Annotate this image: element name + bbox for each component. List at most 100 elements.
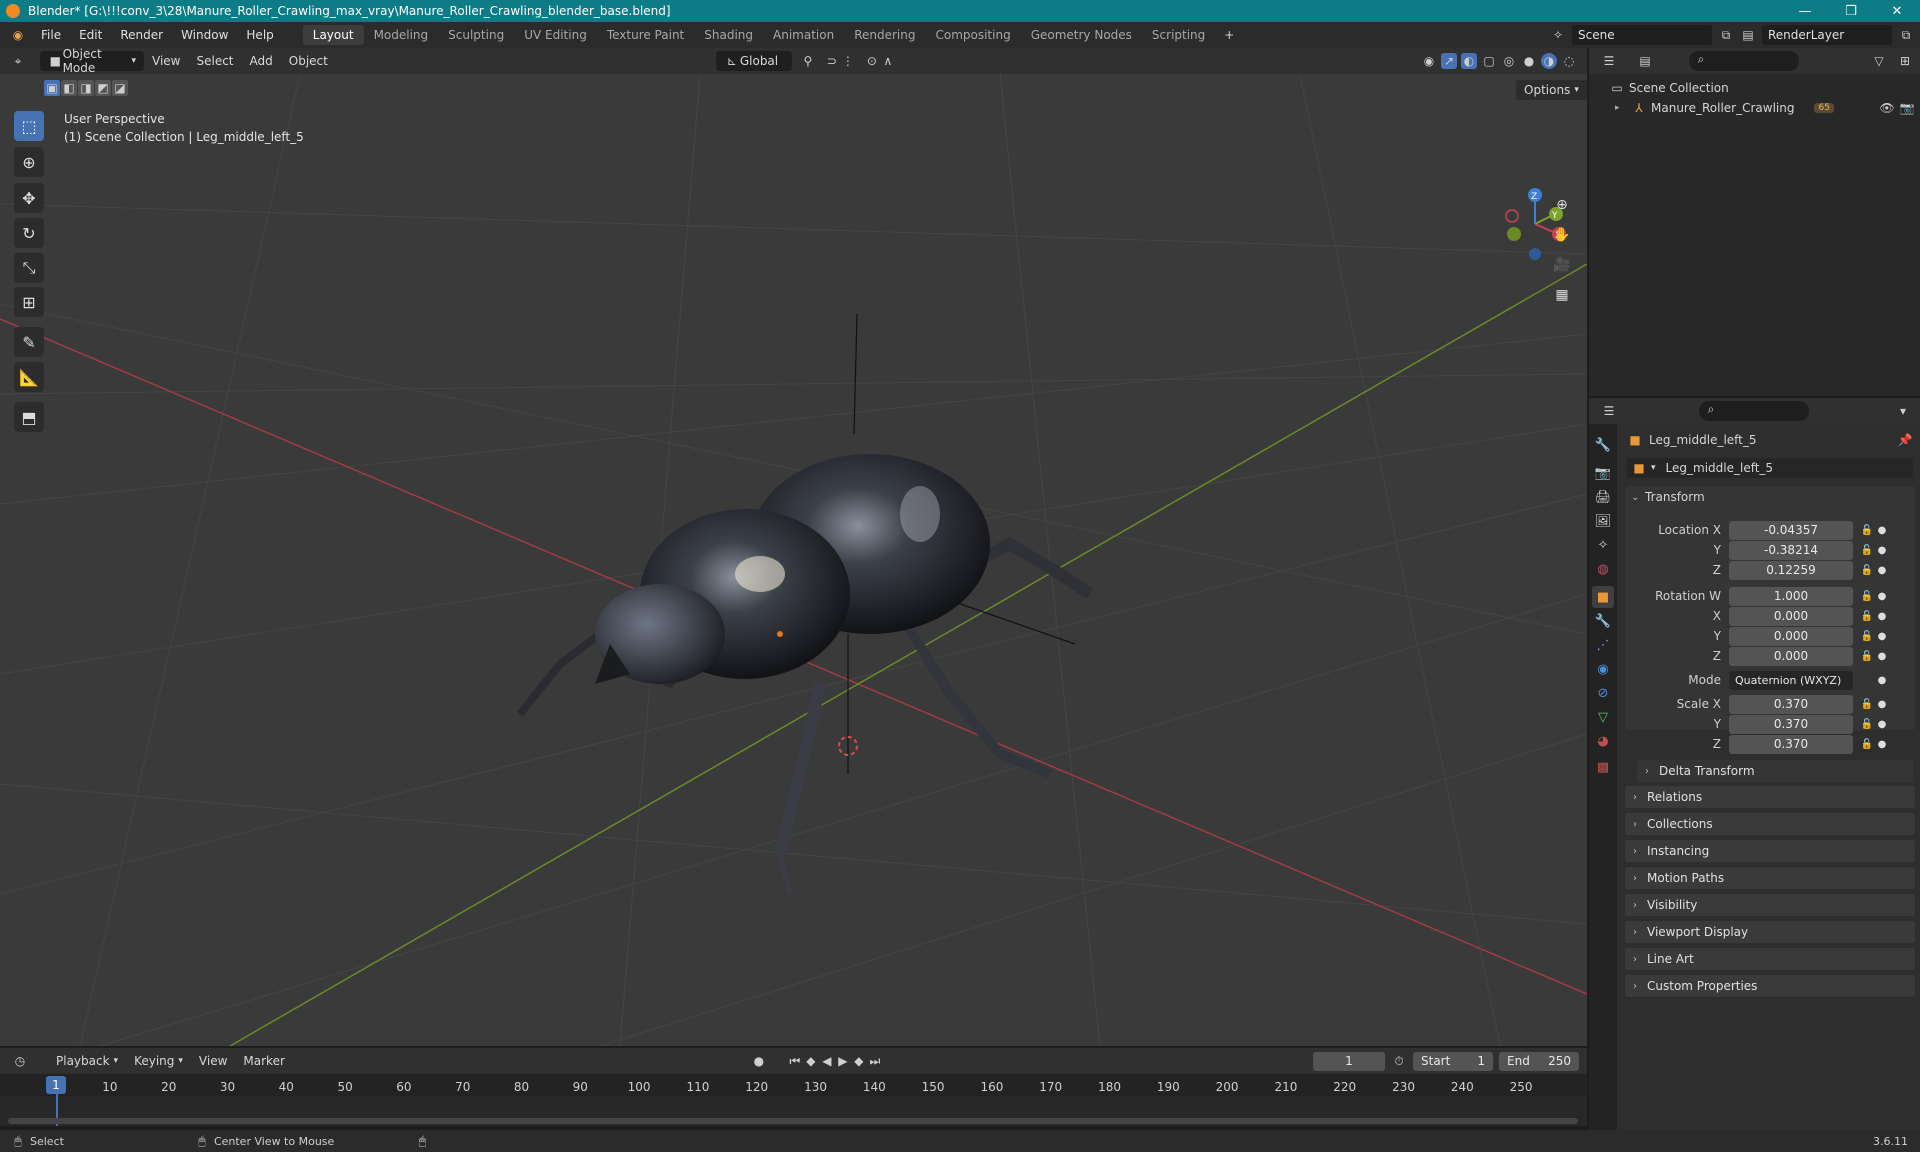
scene-tab-icon[interactable]: ✧ — [1592, 534, 1614, 556]
menu-edit[interactable]: Edit — [70, 28, 111, 42]
keyframe-dot-icon[interactable]: ● — [1875, 651, 1889, 662]
solid-shading-icon[interactable]: ● — [1521, 53, 1537, 69]
tab-rendering[interactable]: Rendering — [844, 25, 925, 45]
tab-animation[interactable]: Animation — [763, 25, 844, 45]
lock-icon[interactable]: 🔓 — [1859, 525, 1875, 536]
camera-icon[interactable]: 🎥 — [1549, 252, 1575, 278]
line-art-panel[interactable]: › Line Art — [1625, 948, 1915, 970]
transform-tool[interactable]: ⊞ — [14, 287, 44, 317]
tab-scripting[interactable]: Scripting — [1142, 25, 1215, 45]
rotate-tool[interactable]: ↻ — [14, 218, 44, 248]
pan-hand-icon[interactable]: ✋ — [1549, 222, 1575, 248]
add-workspace-icon[interactable]: + — [1221, 27, 1237, 43]
outliner-row-object[interactable]: ▸ ⅄ Manure_Roller_Crawling 65 👁 📷 — [1615, 100, 1915, 116]
select-extend-icon[interactable]: ◧ — [61, 80, 77, 96]
properties-editor-icon[interactable]: ☰ — [1601, 403, 1617, 419]
location-y-field[interactable]: -0.38214 — [1729, 540, 1853, 560]
keyframe-dot-icon[interactable]: ● — [1875, 565, 1889, 576]
annotate-tool[interactable]: ✎ — [14, 327, 44, 357]
lock-icon[interactable]: 🔓 — [1859, 631, 1875, 642]
beetle-model[interactable] — [516, 313, 1094, 895]
menu-help[interactable]: Help — [237, 28, 282, 42]
wireframe-shading-icon[interactable]: ◎ — [1501, 53, 1517, 69]
lock-icon[interactable]: 🔓 — [1859, 651, 1875, 662]
menu-select[interactable]: Select — [188, 51, 241, 71]
timeline[interactable]: 1 10 20 30 40 50 60 70 80 90 100 110 120 130 140 150 16… — [0, 1074, 1587, 1126]
instancing-panel[interactable]: › Instancing — [1625, 840, 1915, 862]
snap-icon[interactable]: ⊃ — [824, 53, 840, 69]
keyframe-dot-icon[interactable]: ● — [1875, 545, 1889, 556]
datablock-field[interactable]: ■ ▾ Leg_middle_left_5 — [1627, 458, 1913, 478]
rotation-w-field[interactable]: 1.000 — [1729, 586, 1853, 606]
start-frame-field[interactable]: Start 1 — [1413, 1051, 1493, 1071]
transform-panel-header[interactable]: ⌄ Transform — [1625, 486, 1915, 508]
blender-menu-icon[interactable]: ◉ — [10, 27, 26, 43]
filter-icon[interactable]: ▽ — [1871, 53, 1887, 69]
play-reverse-icon[interactable]: ◀ — [819, 1053, 835, 1069]
keyframe-dot-icon[interactable]: ● — [1875, 591, 1889, 602]
lock-icon[interactable]: 🔓 — [1859, 545, 1875, 556]
timeline-editor-icon[interactable]: ◷ — [12, 1053, 28, 1069]
menu-object[interactable]: Object — [281, 51, 336, 71]
menu-keying[interactable]: Keying ▾ — [126, 1051, 191, 1071]
outliner-row-scene-collection[interactable]: ▭ Scene Collection — [1609, 80, 1728, 96]
menu-playback[interactable]: Playback ▾ — [48, 1051, 126, 1071]
select-intersect-icon[interactable]: ◪ — [112, 80, 128, 96]
lock-icon[interactable]: 🔓 — [1859, 699, 1875, 710]
add-cube-tool[interactable]: ⬒ — [14, 402, 44, 432]
menu-window[interactable]: Window — [172, 28, 237, 42]
jump-start-icon[interactable]: ⏮ — [787, 1053, 803, 1069]
select-new-icon[interactable]: ▣ — [44, 80, 60, 96]
tab-geometry-nodes[interactable]: Geometry Nodes — [1021, 25, 1142, 45]
tab-layout[interactable]: Layout — [302, 25, 364, 45]
tab-compositing[interactable]: Compositing — [925, 25, 1020, 45]
visibility-panel[interactable]: › Visibility — [1625, 894, 1915, 916]
falloff-icon[interactable]: ∧ — [880, 53, 896, 69]
rotation-x-field[interactable]: 0.000 — [1729, 606, 1853, 626]
keyframe-dot-icon[interactable]: ● — [1875, 631, 1889, 642]
eye-icon[interactable]: 👁 — [1879, 100, 1895, 116]
end-frame-field[interactable]: End 250 — [1499, 1051, 1579, 1071]
scale-tool[interactable]: ⤡ — [14, 253, 44, 283]
keyframe-dot-icon[interactable]: ● — [1875, 525, 1889, 536]
menu-add[interactable]: Add — [242, 51, 281, 71]
visibility-icon[interactable]: ◉ — [1421, 53, 1437, 69]
outliner-editor-icon[interactable]: ☰ — [1601, 53, 1617, 69]
keyframe-dot-icon[interactable]: ● — [1875, 675, 1889, 686]
stopwatch-icon[interactable]: ⏱ — [1391, 1053, 1407, 1069]
menu-view[interactable]: View — [144, 51, 188, 71]
mode-dropdown[interactable]: ■ Object Mode ▾ — [40, 47, 144, 75]
select-subtract-icon[interactable]: ◨ — [78, 80, 94, 96]
constraints-tab-icon[interactable]: ⊘ — [1592, 682, 1614, 704]
menu-marker[interactable]: Marker — [235, 1051, 292, 1071]
minimize-button[interactable]: — — [1782, 4, 1828, 19]
scale-y-field[interactable]: 0.370 — [1729, 714, 1853, 734]
keyframe-dot-icon[interactable]: ● — [1875, 699, 1889, 710]
snap-target-icon[interactable]: ⋮ — [840, 53, 856, 69]
tab-modeling[interactable]: Modeling — [364, 25, 439, 45]
lock-icon[interactable]: 🔓 — [1859, 719, 1875, 730]
rotation-z-field[interactable]: 0.000 — [1729, 646, 1853, 666]
view-layer-tab-icon[interactable]: 🖼 — [1592, 510, 1614, 532]
lock-icon[interactable]: 🔓 — [1859, 611, 1875, 622]
rotation-mode-dropdown[interactable]: Quaternion (WXYZ) — [1729, 670, 1853, 690]
tab-texture-paint[interactable]: Texture Paint — [597, 25, 694, 45]
prev-keyframe-icon[interactable]: ◆ — [803, 1053, 819, 1069]
cursor-tool[interactable]: ⊕ — [14, 147, 44, 177]
keyframe-dot-icon[interactable]: ● — [1875, 719, 1889, 730]
tab-shading[interactable]: Shading — [694, 25, 763, 45]
modifier-tab-icon[interactable]: 🔧 — [1592, 610, 1614, 632]
tab-uv-editing[interactable]: UV Editing — [514, 25, 597, 45]
particles-tab-icon[interactable]: ⋰ — [1592, 634, 1614, 656]
grid-view-icon[interactable]: ▦ — [1549, 282, 1575, 308]
scale-x-field[interactable]: 0.370 — [1729, 694, 1853, 714]
maximize-button[interactable]: ❐ — [1828, 4, 1874, 19]
proportional-icon[interactable]: ⊙ — [864, 53, 880, 69]
playhead[interactable]: 1 — [46, 1076, 66, 1094]
lock-icon[interactable]: 🔓 — [1859, 739, 1875, 750]
3d-viewport[interactable]: Z Y X ▣ ◧ ◨ ◩ ◪ Options ▾ User Perspecti… — [0, 74, 1587, 1046]
menu-timeline-view[interactable]: View — [191, 1051, 235, 1071]
pin-icon[interactable]: 📌 — [1897, 432, 1913, 448]
scale-z-field[interactable]: 0.370 — [1729, 734, 1853, 754]
new-scene-icon[interactable]: ⧉ — [1718, 27, 1734, 43]
